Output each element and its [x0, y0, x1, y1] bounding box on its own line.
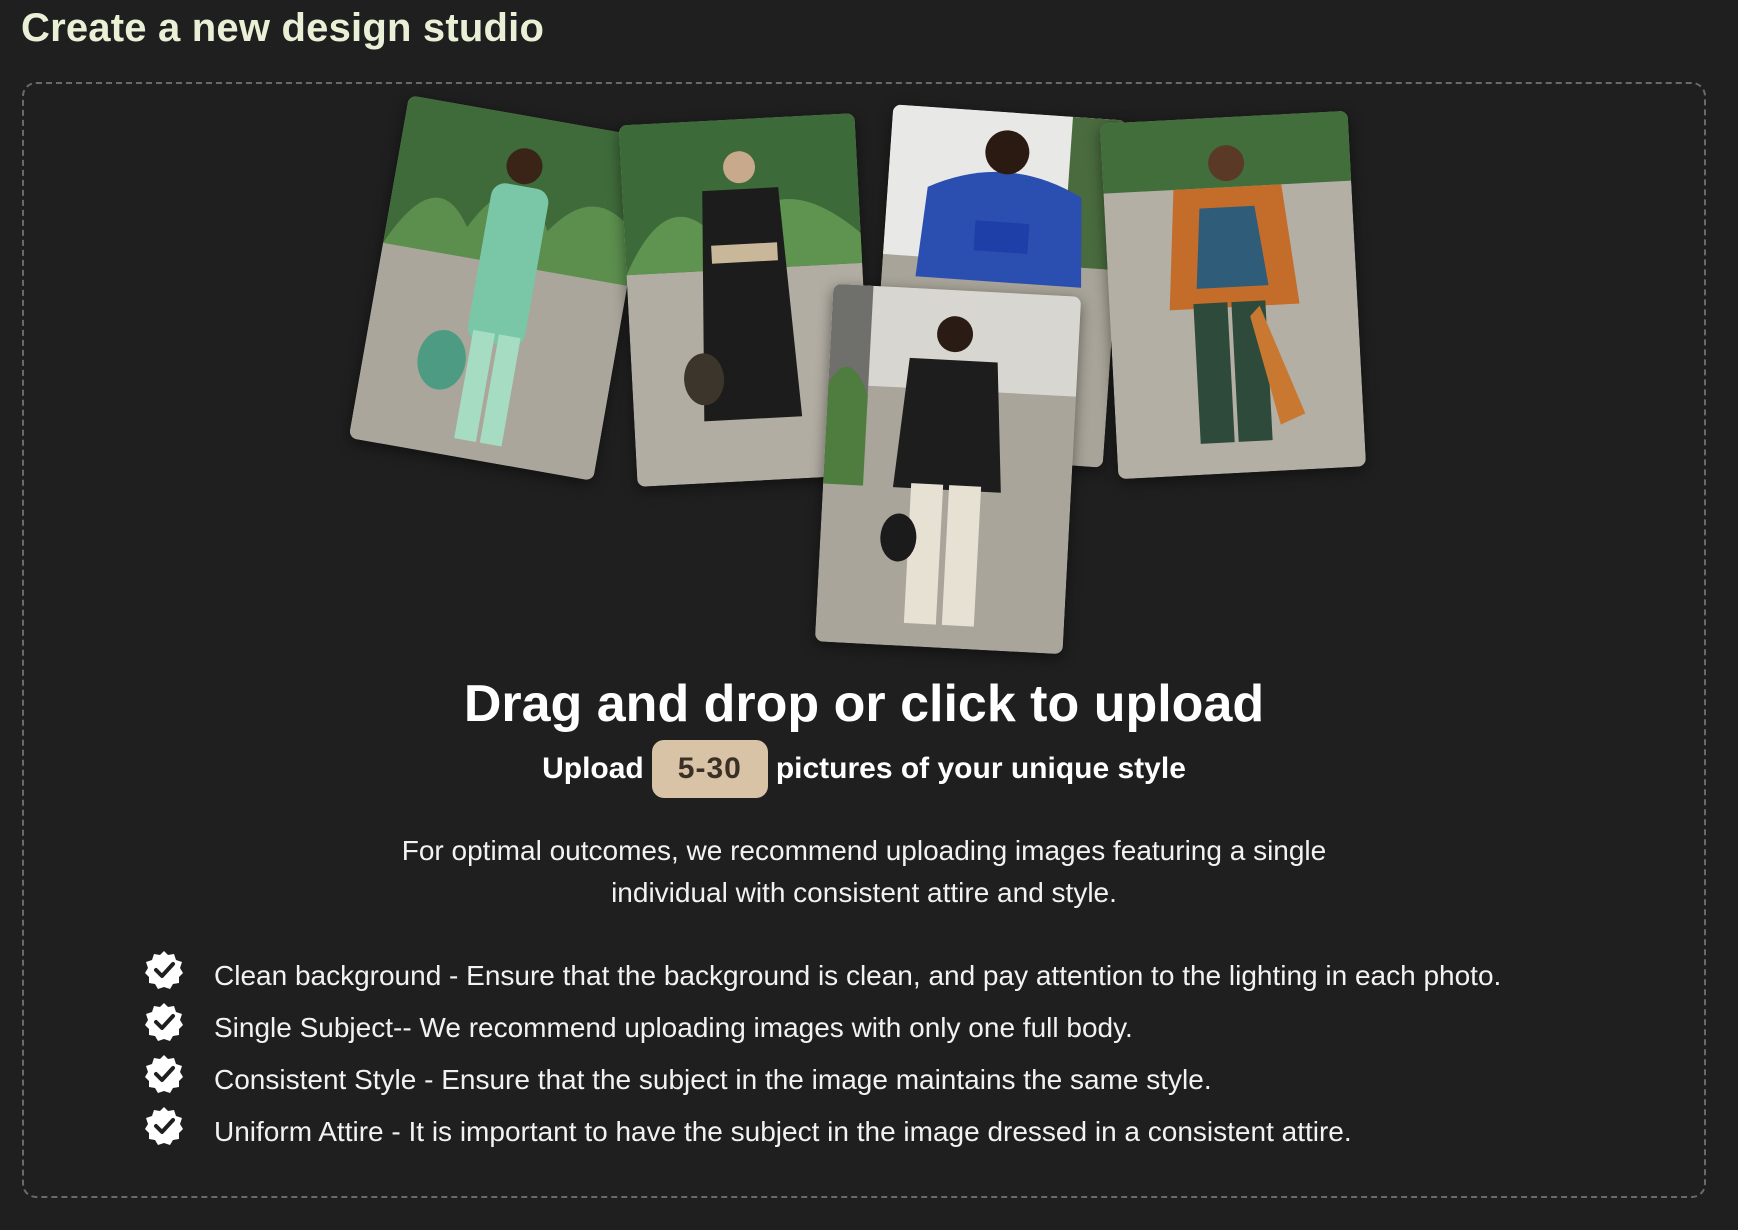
check-badge-icon: [145, 951, 183, 989]
upload-count-line: Upload 5-30 pictures of your unique styl…: [24, 740, 1704, 798]
example-photo-collage: [24, 84, 1704, 684]
upload-heading: Drag and drop or click to upload: [463, 675, 1265, 733]
example-photo-mint-suit: [348, 95, 654, 481]
check-badge-icon: [145, 1107, 183, 1145]
upload-tips-list: Clean background - Ensure that the backg…: [144, 950, 1684, 1158]
recommendation-line-1: For optimal outcomes, we recommend uploa…: [401, 835, 1327, 866]
tip-item: Consistent Style - Ensure that the subje…: [144, 1054, 1684, 1106]
recommendation-line-2: individual with consistent attire and st…: [611, 877, 1117, 908]
upload-count-badge: 5-30: [651, 740, 768, 798]
tip-text: Consistent Style - Ensure that the subje…: [214, 1064, 1212, 1095]
example-photo-black-blazer: [814, 283, 1082, 655]
upload-recommendation: For optimal outcomes, we recommend uploa…: [24, 830, 1704, 914]
tip-item: Uniform Attire - It is important to have…: [144, 1106, 1684, 1158]
example-photo-orange-print: [1099, 110, 1367, 480]
tip-text: Uniform Attire - It is important to have…: [214, 1116, 1352, 1147]
upload-dropzone[interactable]: Drag and drop or click to upload Upload …: [22, 82, 1706, 1198]
tip-text: Single Subject-- We recommend uploading …: [214, 1012, 1133, 1043]
tip-item: Single Subject-- We recommend uploading …: [144, 1002, 1684, 1054]
check-badge-icon: [145, 1003, 183, 1041]
page-title: Create a new design studio: [21, 6, 545, 50]
tip-item: Clean background - Ensure that the backg…: [144, 950, 1684, 1002]
check-badge-icon: [145, 1055, 183, 1093]
tip-text: Clean background - Ensure that the backg…: [214, 960, 1502, 991]
upload-prefix: Upload: [542, 752, 644, 785]
upload-suffix: pictures of your unique style: [775, 752, 1186, 785]
